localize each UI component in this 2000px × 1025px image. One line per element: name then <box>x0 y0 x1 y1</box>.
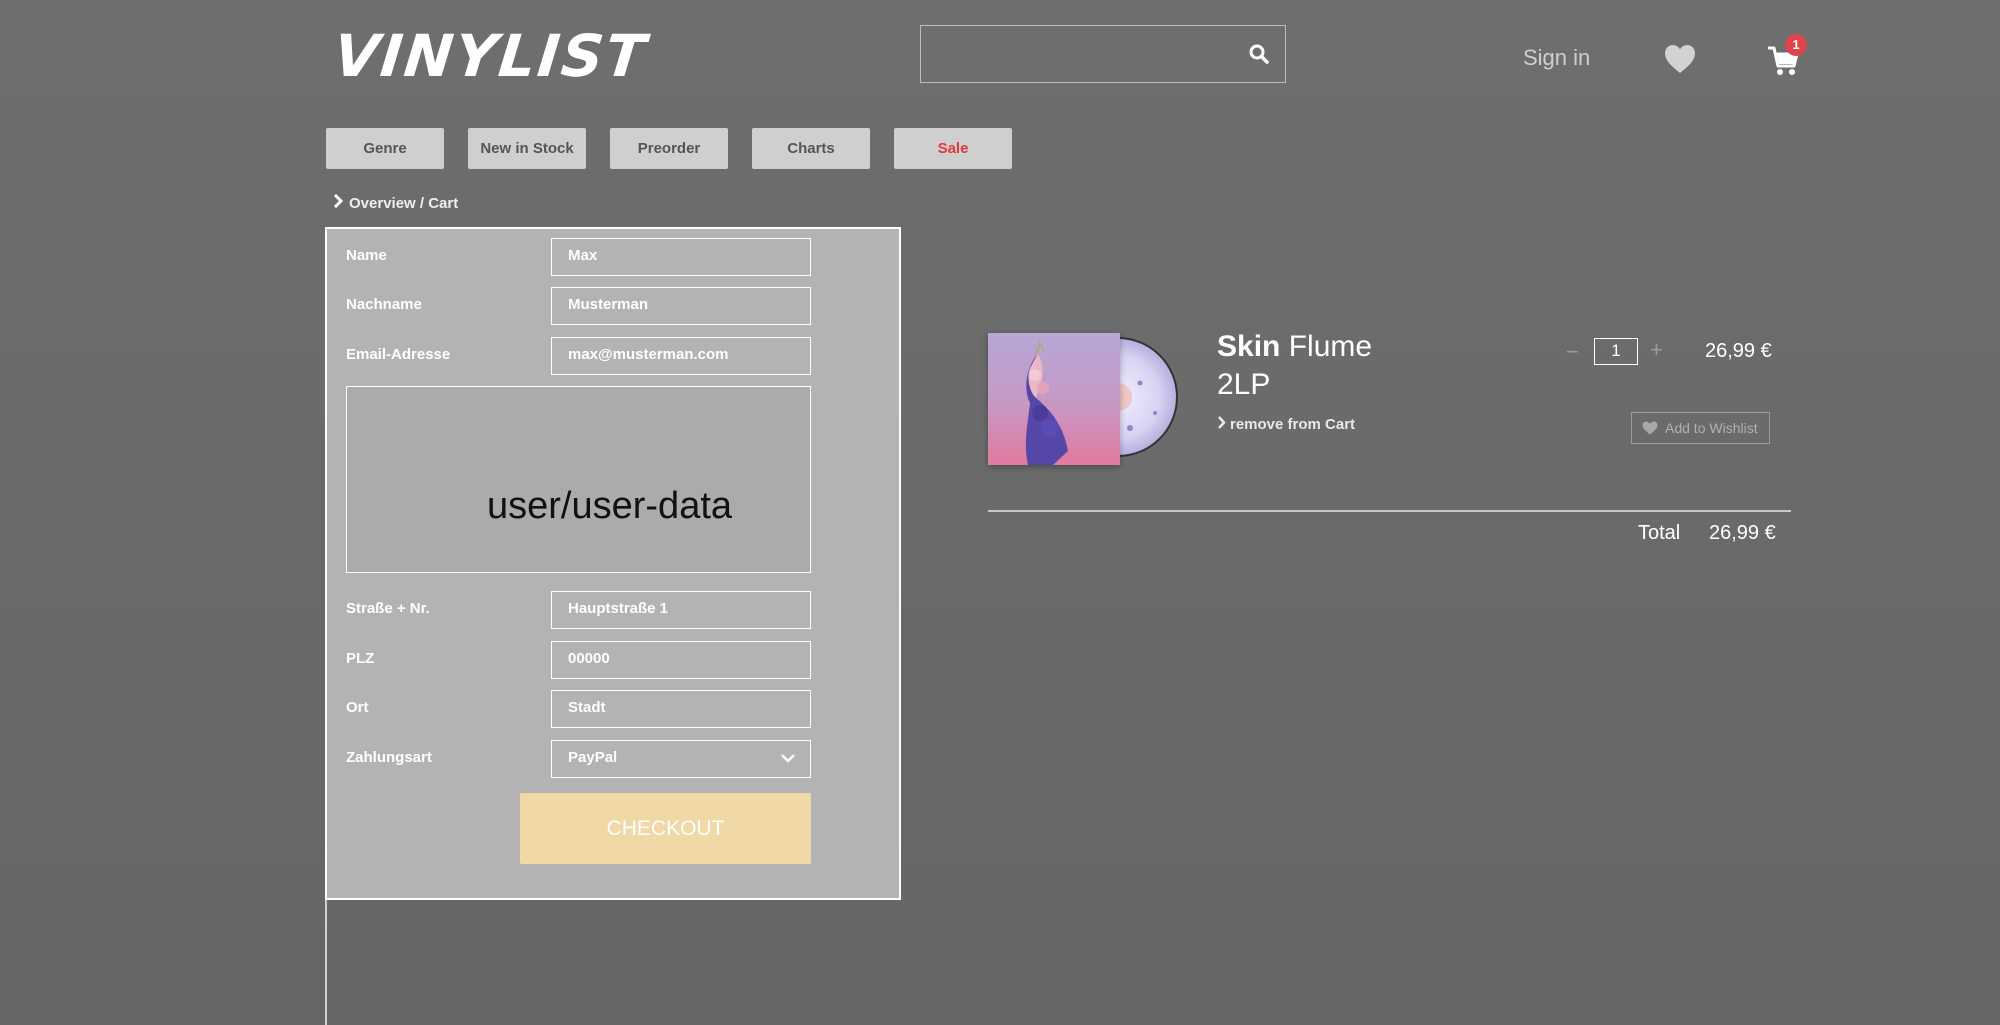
chevron-right-icon <box>333 194 343 208</box>
remove-from-cart-label: remove from Cart <box>1230 416 1356 433</box>
total-label: Total <box>1638 522 1681 544</box>
quantity-increase-button[interactable]: + <box>1650 337 1663 363</box>
chevron-down-icon[interactable] <box>780 752 796 764</box>
zip-field[interactable]: 00000 <box>551 641 811 679</box>
add-to-wishlist-button[interactable]: Add to Wishlist <box>1631 412 1770 444</box>
wishlist-label: Add to Wishlist <box>1665 420 1758 436</box>
product-title-bold: Skin <box>1217 330 1281 363</box>
cart-divider <box>988 510 1791 512</box>
nav-genre[interactable]: Genre <box>326 128 444 169</box>
name-field[interactable]: Max <box>551 238 811 276</box>
nav-sale[interactable]: Sale <box>894 128 1012 169</box>
product-title[interactable]: Skin Flume <box>1217 328 1372 366</box>
product-format: 2LP <box>1217 368 1271 401</box>
total-value: 26,99 € <box>1709 522 1776 544</box>
quantity-decrease-button[interactable]: − <box>1566 339 1579 365</box>
payment-select[interactable]: PayPal <box>551 740 811 778</box>
remove-from-cart-link[interactable]: remove from Cart <box>1217 416 1355 433</box>
breadcrumb-text: Overview / Cart <box>349 195 459 212</box>
search-bar <box>920 25 1286 83</box>
lastname-field[interactable]: Musterman <box>551 287 811 325</box>
email-field[interactable]: max@musterman.com <box>551 337 811 375</box>
street-label: Straße + Nr. <box>346 600 430 617</box>
search-icon[interactable] <box>1247 42 1271 66</box>
album-cover-art <box>1025 340 1068 465</box>
heart-icon <box>1642 421 1658 435</box>
lastname-label: Nachname <box>346 296 422 313</box>
zip-label: PLZ <box>346 650 375 667</box>
product-artist: Flume <box>1288 330 1373 363</box>
city-label: Ort <box>346 699 369 716</box>
street-field[interactable]: Hauptstraße 1 <box>551 591 811 629</box>
user-data-text: user/user-data <box>487 485 733 527</box>
search-input[interactable] <box>921 26 1221 82</box>
quantity-field[interactable]: 1 <box>1594 338 1638 365</box>
album-cover-image <box>988 333 1120 465</box>
nav-new-in-stock[interactable]: New in Stock <box>468 128 586 169</box>
checkout-button[interactable]: CHECKOUT <box>520 793 811 864</box>
cart-count-badge: 1 <box>1785 34 1807 56</box>
name-label: Name <box>346 247 387 264</box>
email-label: Email-Adresse <box>346 346 451 363</box>
site-logo[interactable]: VINYLIST <box>330 22 650 90</box>
chevron-right-icon <box>1218 416 1226 429</box>
sign-in-link[interactable]: Sign in <box>1523 45 1590 71</box>
panel-divider-line <box>325 900 327 1025</box>
item-price: 26,99 € <box>1705 340 1772 362</box>
nav-charts[interactable]: Charts <box>752 128 870 169</box>
heart-icon[interactable] <box>1664 44 1696 74</box>
nav-preorder[interactable]: Preorder <box>610 128 728 169</box>
city-field[interactable]: Stadt <box>551 690 811 728</box>
payment-label: Zahlungsart <box>346 749 432 766</box>
breadcrumb[interactable]: Overview / Cart <box>333 194 458 212</box>
user-data-placeholder: user/user-data <box>346 386 811 573</box>
